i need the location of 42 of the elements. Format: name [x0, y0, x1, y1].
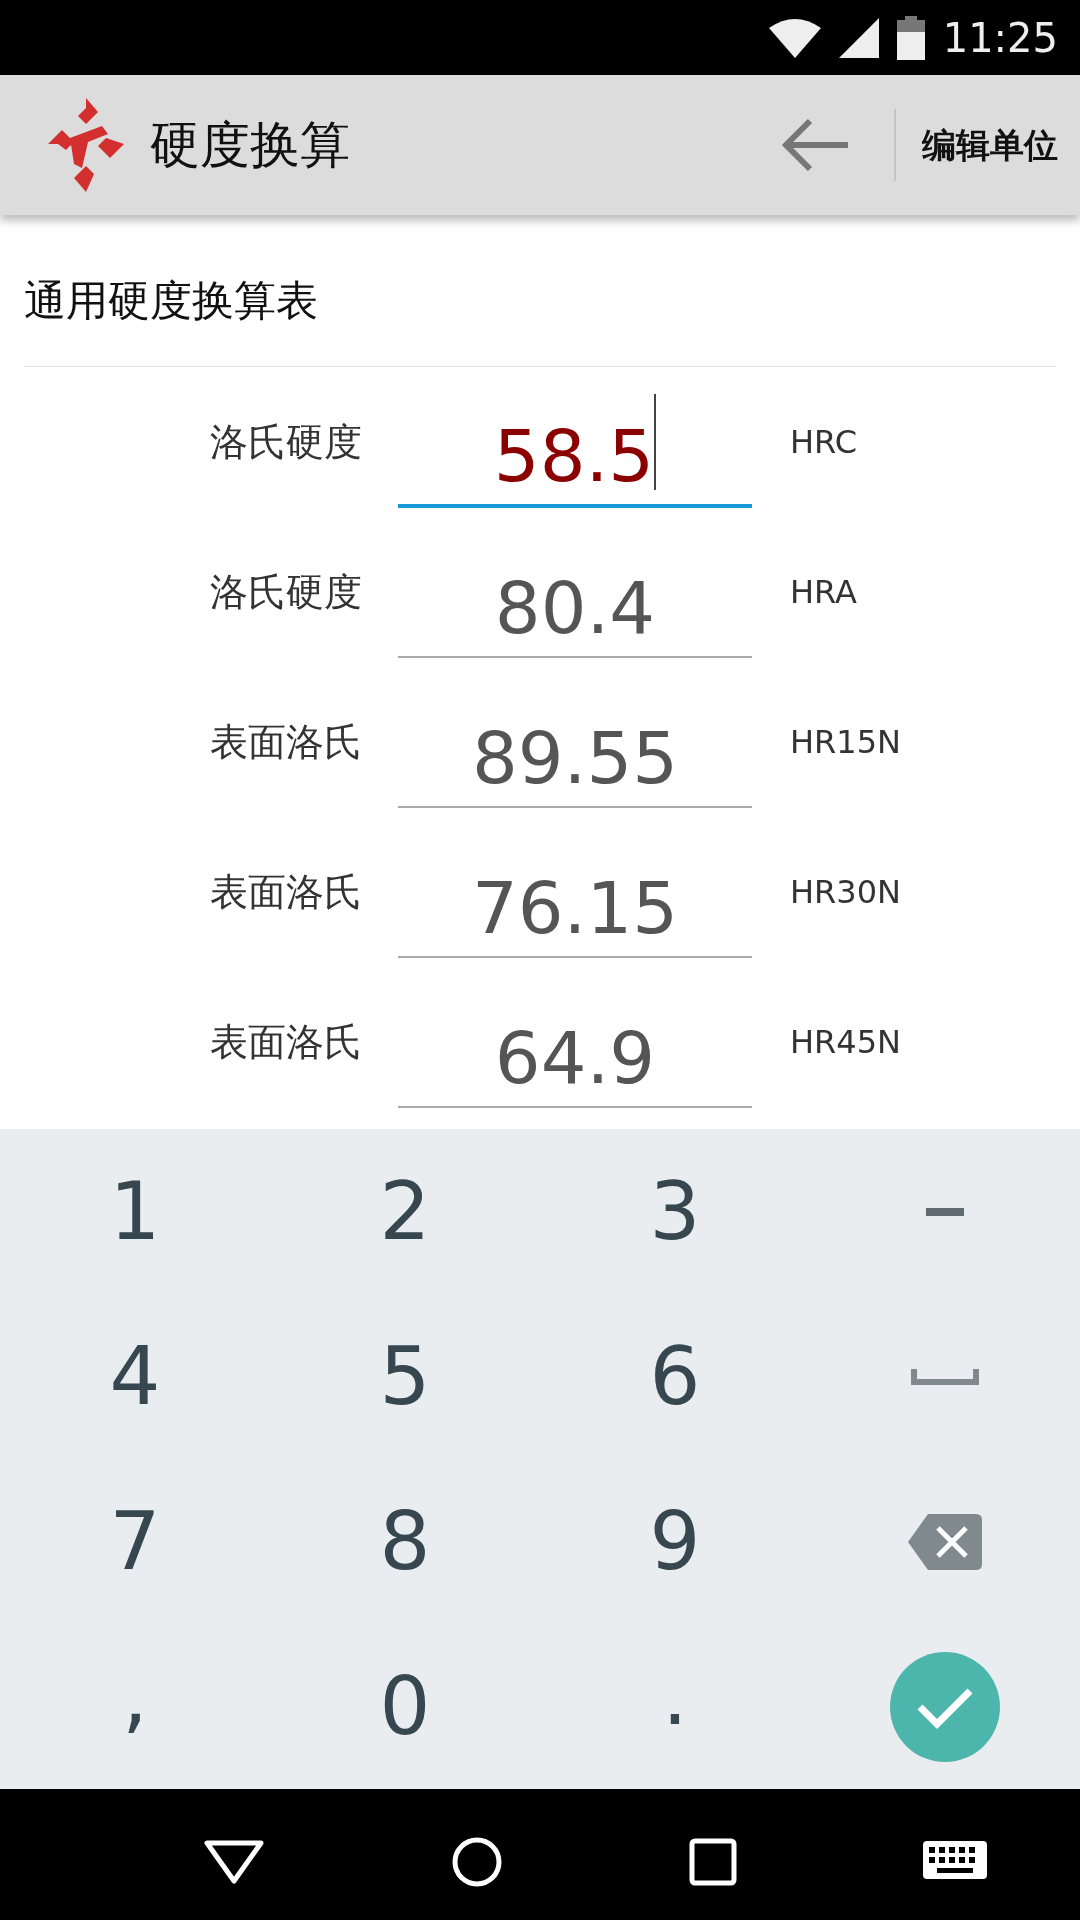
hardness-label: 表面洛氏 — [209, 718, 362, 766]
battery-icon — [896, 15, 925, 60]
section-title: 通用硬度换算表 — [23, 275, 319, 327]
value-field[interactable]: 89.55 — [398, 676, 752, 808]
key[interactable]: 2 — [270, 1129, 540, 1294]
unit-label: HR15N — [790, 722, 901, 763]
key[interactable]: 4 — [0, 1294, 270, 1459]
hardness-label: 洛氏硬度 — [209, 418, 362, 466]
check-icon — [890, 1651, 1000, 1762]
wifi-icon — [768, 17, 821, 58]
key[interactable]: 1 — [0, 1129, 270, 1294]
edit-units-button[interactable]: 编辑单位 — [922, 119, 1058, 171]
key[interactable]: 0 — [270, 1624, 540, 1789]
app-title: 硬度换算 — [150, 114, 350, 176]
hardness-label: 表面洛氏 — [209, 1018, 362, 1066]
key[interactable]: 7 — [0, 1459, 270, 1624]
value-field[interactable]: 76.15 — [398, 826, 752, 958]
unit-label: HR45N — [790, 1022, 901, 1063]
unit-label: HRC — [790, 422, 858, 463]
backspace-icon — [908, 1513, 982, 1570]
signal-icon — [838, 17, 879, 58]
space-icon — [911, 1368, 979, 1385]
back-nav-icon[interactable] — [203, 1838, 265, 1885]
value-field[interactable]: 58.5 — [398, 376, 752, 508]
key[interactable]: 9 — [540, 1459, 810, 1624]
unit-label: HR30N — [790, 872, 901, 913]
hardness-label: 表面洛氏 — [209, 868, 362, 916]
home-nav-icon[interactable] — [451, 1835, 503, 1888]
minus-icon — [926, 1207, 964, 1216]
value-field[interactable]: 64.9 — [398, 976, 752, 1108]
hardness-label: 洛氏硬度 — [209, 568, 362, 616]
key[interactable]: 6 — [540, 1294, 810, 1459]
key[interactable]: 3 — [540, 1129, 810, 1294]
key[interactable]: 5 — [270, 1294, 540, 1459]
key[interactable]: . — [540, 1624, 810, 1789]
key[interactable]: , — [0, 1624, 270, 1789]
key[interactable]: 8 — [270, 1459, 540, 1624]
unit-label: HRA — [790, 572, 857, 613]
status-time: 11:25 — [942, 13, 1058, 63]
value-field[interactable]: 80.4 — [398, 526, 752, 658]
back-button[interactable] — [780, 117, 850, 173]
recents-nav-icon[interactable] — [689, 1837, 737, 1886]
